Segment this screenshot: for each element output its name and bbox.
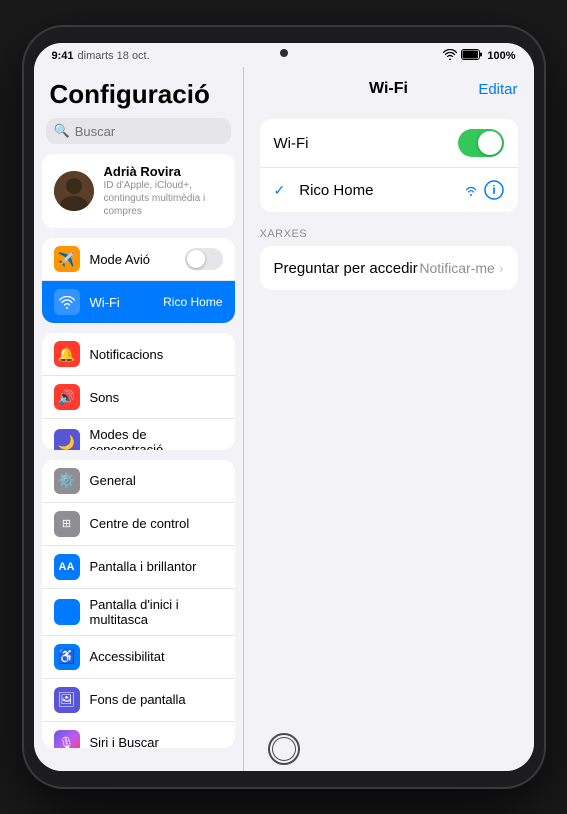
chevron-right-icon: ›	[499, 260, 504, 276]
sidebar-item-control[interactable]: ⊞ Centre de control	[42, 503, 235, 546]
avatar	[54, 171, 94, 211]
wallpaper-label: Fons de pantalla	[90, 692, 223, 707]
airplane-icon: ✈️	[54, 246, 80, 272]
networks-section-header: XARXES	[244, 212, 534, 246]
sidebar-item-sounds[interactable]: 🔊 Sons	[42, 376, 235, 419]
time: 9:41	[52, 50, 74, 62]
sidebar-item-homescreen[interactable]: Pantalla d'inici i multitasca	[42, 589, 235, 636]
svg-text:i: i	[492, 183, 495, 197]
home-button-inner	[272, 737, 296, 761]
ask-access-section: Preguntar per accedir Notificar-me ›	[260, 246, 518, 290]
sidebar-item-wallpaper[interactable]: 🖼 Fons de pantalla	[42, 679, 235, 722]
status-left: 9:41 dimarts 18 oct.	[52, 50, 150, 62]
notifications-icon: 🔔	[54, 341, 80, 367]
profile-section[interactable]: Adrià Rovira ID d'Apple, iCloud+, contin…	[42, 154, 235, 228]
ask-access-label: Preguntar per accedir	[274, 260, 420, 277]
wifi-value: Rico Home	[163, 295, 222, 309]
ask-access-value: Notificar-me	[419, 260, 494, 276]
wifi-connected-row[interactable]: ✓ Rico Home i	[260, 168, 518, 212]
wifi-toggle-row[interactable]: Wi-Fi	[260, 119, 518, 168]
sidebar-item-focus[interactable]: 🌙 Modes de concentració	[42, 419, 235, 449]
settings-group-3: ⚙️ General ⊞ Centre de control AA Pantal…	[42, 460, 235, 748]
search-bar[interactable]: 🔍 🎤	[46, 118, 231, 144]
content-area: Configuració 🔍 🎤	[34, 67, 534, 771]
homescreen-label: Pantalla d'inici i multitasca	[90, 597, 223, 627]
check-icon: ✓	[274, 182, 286, 199]
sidebar: Configuració 🔍 🎤	[34, 67, 244, 771]
edit-button[interactable]: Editar	[478, 81, 517, 98]
search-input[interactable]	[75, 124, 244, 139]
wifi-panel-header: Wi-Fi Editar	[244, 67, 534, 111]
search-icon: 🔍	[54, 123, 70, 139]
ask-access-row[interactable]: Preguntar per accedir Notificar-me ›	[260, 246, 518, 290]
sounds-icon: 🔊	[54, 384, 80, 410]
focus-icon: 🌙	[54, 429, 80, 449]
settings-group-1: ✈️ Mode Avió	[42, 238, 235, 323]
general-icon: ⚙️	[54, 468, 80, 494]
connected-network-label: Rico Home	[299, 182, 453, 199]
profile-name: Adrià Rovira	[104, 164, 223, 179]
sounds-label: Sons	[90, 390, 223, 405]
camera	[280, 49, 288, 57]
date: dimarts 18 oct.	[78, 50, 150, 62]
settings-group-2: 🔔 Notificacions 🔊 Sons 🌙 Modes de concen…	[42, 333, 235, 449]
sidebar-item-airplane[interactable]: ✈️ Mode Avió	[42, 238, 235, 281]
status-right: 100%	[443, 49, 515, 63]
battery-percent: 100%	[487, 50, 515, 62]
siri-icon: 🎙	[54, 730, 80, 748]
control-icon: ⊞	[54, 511, 80, 537]
homescreen-icon	[54, 599, 80, 625]
general-label: General	[90, 473, 223, 488]
display-label: Pantalla i brillantor	[90, 559, 223, 574]
accessibility-label: Accessibilitat	[90, 649, 223, 664]
wifi-panel: Wi-Fi Editar Wi-Fi ✓ Rico Home	[244, 67, 534, 771]
profile-desc: ID d'Apple, iCloud+, continguts multimèd…	[104, 179, 223, 218]
wifi-main-toggle[interactable]	[458, 129, 504, 157]
airplane-toggle[interactable]	[185, 248, 223, 270]
screen: 9:41 dimarts 18 oct.	[34, 43, 534, 771]
wifi-signal-info: i	[464, 180, 504, 200]
device: 9:41 dimarts 18 oct.	[24, 27, 544, 787]
control-label: Centre de control	[90, 516, 223, 531]
profile-info: Adrià Rovira ID d'Apple, iCloud+, contin…	[104, 164, 223, 218]
sidebar-item-notifications[interactable]: 🔔 Notificacions	[42, 333, 235, 376]
wifi-main-section: Wi-Fi ✓ Rico Home	[260, 119, 518, 212]
sidebar-item-display[interactable]: AA Pantalla i brillantor	[42, 546, 235, 589]
display-icon: AA	[54, 554, 80, 580]
wifi-icon	[54, 289, 80, 315]
sidebar-item-wifi[interactable]: Wi-Fi Rico Home	[42, 281, 235, 323]
notifications-label: Notificacions	[90, 347, 223, 362]
accessibility-icon: ♿	[54, 644, 80, 670]
status-bar: 9:41 dimarts 18 oct.	[34, 43, 534, 67]
wifi-label-sidebar: Wi-Fi	[90, 295, 154, 310]
focus-label: Modes de concentració	[90, 427, 223, 449]
battery-icon	[461, 49, 483, 63]
siri-label: Siri i Buscar	[90, 735, 223, 748]
sidebar-item-general[interactable]: ⚙️ General	[42, 460, 235, 503]
sidebar-item-accessibility[interactable]: ♿ Accessibilitat	[42, 636, 235, 679]
airplane-label: Mode Avió	[90, 252, 175, 267]
wallpaper-icon: 🖼	[54, 687, 80, 713]
home-button[interactable]	[268, 733, 300, 765]
sidebar-item-siri[interactable]: 🎙 Siri i Buscar	[42, 722, 235, 748]
sidebar-title: Configuració	[34, 67, 243, 118]
info-circle-icon[interactable]: i	[484, 180, 504, 200]
wifi-status-icon	[443, 49, 457, 63]
wifi-main-label: Wi-Fi	[274, 135, 448, 152]
wifi-panel-title: Wi-Fi	[369, 80, 408, 98]
